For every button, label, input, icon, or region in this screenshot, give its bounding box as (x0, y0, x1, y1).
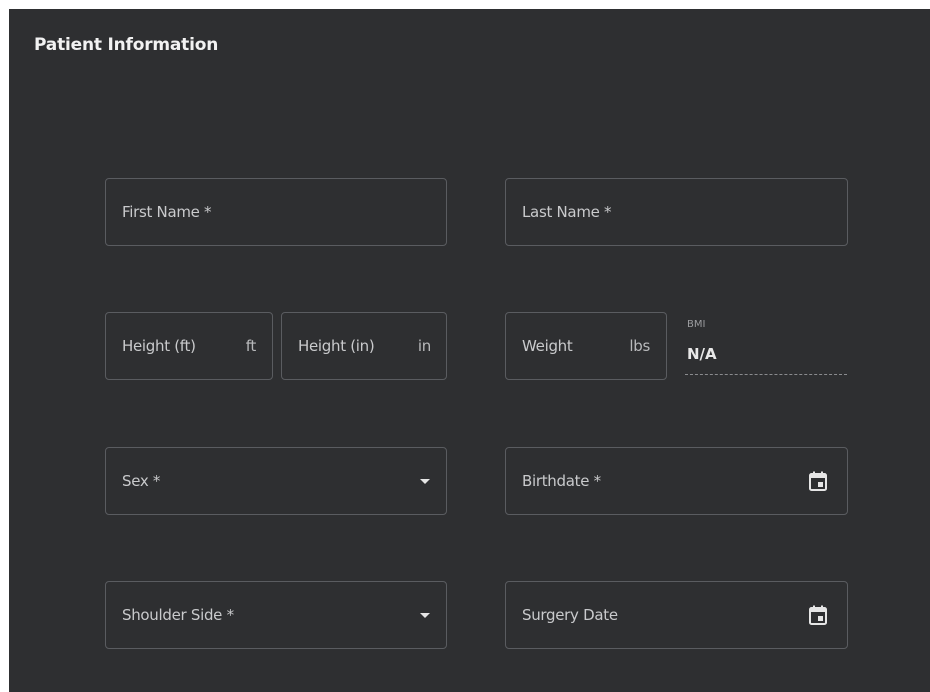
chevron-down-icon[interactable] (420, 479, 430, 484)
last-name-label: Last Name * (522, 203, 612, 221)
bmi-underline (685, 374, 847, 375)
height-in-unit: in (417, 337, 431, 355)
first-name-field[interactable]: First Name * (105, 178, 447, 246)
last-name-field[interactable]: Last Name * (505, 178, 848, 246)
shoulder-side-select[interactable]: Shoulder Side * (105, 581, 447, 649)
first-name-label: First Name * (122, 203, 212, 221)
page-title: Patient Information (34, 35, 219, 55)
bmi-readout: BMI N/A (685, 317, 847, 385)
surgery-date-label: Surgery Date (522, 606, 618, 624)
height-ft-label: Height (ft) (122, 337, 196, 355)
calendar-icon[interactable] (809, 471, 827, 491)
surgery-date-field[interactable]: Surgery Date (505, 581, 848, 649)
chevron-down-icon[interactable] (420, 613, 430, 618)
height-ft-unit: ft (245, 337, 257, 355)
birthdate-field[interactable]: Birthdate * (505, 447, 848, 515)
weight-field[interactable]: Weight lbs (505, 312, 667, 380)
weight-label: Weight (522, 337, 573, 355)
height-in-field[interactable]: Height (in) in (281, 312, 447, 380)
shoulder-side-label: Shoulder Side * (122, 606, 234, 624)
patient-information-panel: Patient Information First Name * Last Na… (9, 9, 930, 692)
height-ft-field[interactable]: Height (ft) ft (105, 312, 273, 380)
weight-unit: lbs (629, 337, 650, 355)
bmi-label: BMI (687, 319, 706, 330)
height-in-label: Height (in) (298, 337, 375, 355)
sex-label: Sex * (122, 472, 161, 490)
calendar-icon[interactable] (809, 605, 827, 625)
sex-select[interactable]: Sex * (105, 447, 447, 515)
bmi-value: N/A (687, 345, 717, 363)
birthdate-label: Birthdate * (522, 472, 601, 490)
